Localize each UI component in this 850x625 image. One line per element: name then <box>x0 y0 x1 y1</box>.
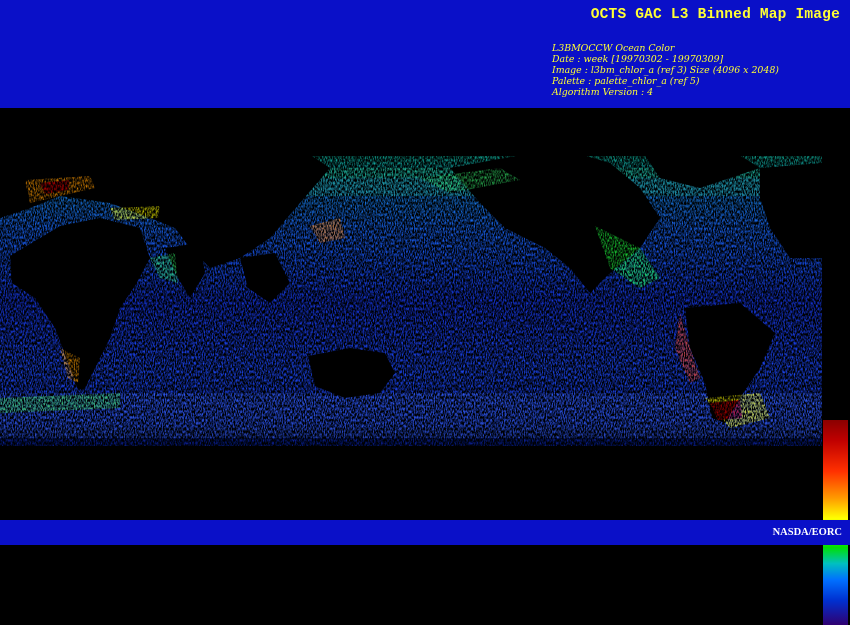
meta-line-algorithm: Algorithm Version : 4 <box>552 87 654 98</box>
header-banner: OCTS GAC L3 Binned Map Image L3BMOCCW Oc… <box>0 0 850 108</box>
map-area <box>0 108 850 625</box>
meta-line-product: L3BMOCCW Ocean Color <box>552 43 675 54</box>
chlorophyll-map <box>0 138 822 520</box>
metadata-block: L3BMOCCW Ocean Color Date : week [199703… <box>552 43 779 98</box>
footer-banner: NASDA/EORC <box>0 520 850 545</box>
meta-line-image: Image : l3bm_chlor_a (ref 3) Size (4096 … <box>552 65 779 76</box>
credit-label: NASDA/EORC <box>772 527 842 538</box>
meta-line-palette: Palette : palette_chlor_a (ref 5) <box>552 76 700 87</box>
meta-line-date: Date : week [19970302 - 19970309] <box>552 54 724 65</box>
map-title: OCTS GAC L3 Binned Map Image <box>590 7 840 23</box>
antarctica-land <box>0 446 822 520</box>
